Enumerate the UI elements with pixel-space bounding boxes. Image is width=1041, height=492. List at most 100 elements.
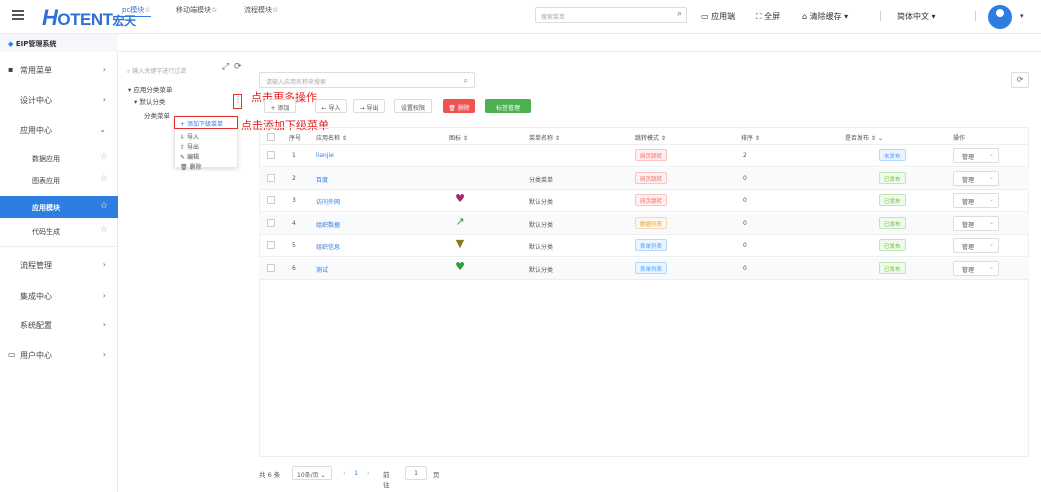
- chevron-down-icon: ⌄: [988, 151, 994, 158]
- module-tabs: [118, 34, 1041, 52]
- search-icon[interactable]: ⌕: [464, 76, 468, 86]
- page-size-select[interactable]: 10条/页 ⌄: [292, 466, 332, 480]
- context-item-edit[interactable]: ✎ 编辑: [180, 152, 199, 161]
- next-page-icon[interactable]: ›: [367, 469, 370, 477]
- more-options-icon[interactable]: ⋮: [233, 94, 242, 109]
- manage-dropdown[interactable]: 管理 ⌄: [953, 260, 999, 276]
- chevron-down-icon[interactable]: ▾: [1020, 12, 1024, 20]
- delete-button[interactable]: 🗑 删除: [443, 99, 475, 113]
- menu-name: 默认分类: [529, 244, 554, 251]
- app-name-link[interactable]: 百度: [316, 175, 328, 184]
- app-name-link[interactable]: 访问外网: [316, 197, 340, 206]
- row-checkbox[interactable]: [267, 196, 275, 204]
- app-name-link[interactable]: 组织数据: [316, 220, 340, 229]
- language-select[interactable]: 简体中文 ▾: [897, 11, 936, 22]
- expand-icon[interactable]: ⤢: [222, 62, 229, 72]
- tree-filter-input[interactable]: ⌕ 输入关键字进行过滤: [127, 66, 186, 76]
- table-row[interactable]: 1 lianjie 网页跳转 2 未发布 管理 ⌄: [259, 145, 1029, 167]
- set-permission-button[interactable]: 设置权限: [394, 99, 432, 113]
- sidebar-sub-data-app[interactable]: 数据应用 ☆: [0, 147, 118, 169]
- goto-label: 前往: [383, 471, 390, 489]
- sidebar-item-design[interactable]: 设计中心 ›: [0, 95, 118, 106]
- refresh-button[interactable]: ⟳: [1011, 72, 1029, 88]
- jump-mode-tag: 网页跳转: [635, 194, 668, 206]
- tree-node-default[interactable]: ▾ 默认分类: [134, 96, 165, 106]
- sidebar-sub-codegen[interactable]: 代码生成 ☆: [0, 220, 118, 242]
- tab-pc-module[interactable]: pc模块☆: [122, 5, 151, 17]
- row-checkbox[interactable]: [267, 263, 275, 272]
- tree-node-category[interactable]: 分类菜单: [144, 110, 170, 120]
- row-checkbox[interactable]: [267, 218, 275, 227]
- sidebar-item-app-center[interactable]: 应用中心 ⌄: [0, 125, 118, 136]
- publish-status-tag: 已发布: [879, 194, 906, 206]
- sidebar-sub-app-module[interactable]: 应用模块 ☆: [0, 196, 118, 218]
- header-name[interactable]: 应用名称 ⇕: [316, 133, 347, 142]
- menu-name: 默认分类: [529, 199, 554, 206]
- refresh-icon[interactable]: ⟳: [234, 62, 242, 72]
- star-icon[interactable]: ☆: [100, 201, 108, 211]
- import-button[interactable]: ← 导入: [315, 99, 347, 113]
- tab-process-module[interactable]: 流程模块☆: [244, 5, 278, 15]
- current-page[interactable]: 1: [354, 469, 358, 477]
- chevron-down-icon: ⌄: [988, 173, 994, 181]
- table-row[interactable]: 2 百度 分类菜单 网页跳转 0 已发布 管理 ⌄: [259, 167, 1029, 190]
- jump-mode-tag: 网页跳转: [635, 149, 668, 161]
- search-icon[interactable]: ⌕: [677, 9, 682, 19]
- app-name-link[interactable]: 组织信息: [316, 242, 340, 251]
- header-menu[interactable]: 菜单名称 ⇕: [529, 133, 560, 142]
- row-checkbox[interactable]: [267, 173, 275, 182]
- header-published[interactable]: 是否发布 ⇕ ⌄: [845, 133, 883, 142]
- tag-manage-button[interactable]: 标签管理: [485, 99, 531, 113]
- jump-mode-tag: 表单列表: [635, 239, 668, 251]
- table-row[interactable]: 6 测试 ♥ 默认分类 表单列表 0 已发布 管理 ⌄: [259, 257, 1029, 280]
- divider: [975, 11, 976, 21]
- row-checkbox[interactable]: [267, 151, 275, 159]
- manage-dropdown[interactable]: 管理 ⌄: [953, 193, 999, 208]
- app-side-link[interactable]: ▭ 应用端: [701, 11, 735, 22]
- star-icon[interactable]: ☆: [100, 174, 108, 184]
- sidebar-sub-chart-app[interactable]: 图表应用 ☆: [0, 169, 118, 191]
- sidebar-item-user[interactable]: ▭ 用户中心 ›: [0, 350, 118, 361]
- tree-node-root[interactable]: ▾ 应用分类菜单: [128, 84, 172, 94]
- menu-search-input[interactable]: 搜索菜单 ⌕: [535, 7, 687, 23]
- app-name-link[interactable]: 测试: [316, 265, 328, 274]
- tab-mobile-module[interactable]: 移动端模块☆: [176, 5, 217, 15]
- chevron-down-icon: ⌄: [99, 125, 106, 134]
- publish-status-tag: 未发布: [879, 149, 906, 161]
- header-no: 序号: [289, 135, 302, 142]
- goto-input[interactable]: 1: [405, 466, 427, 480]
- select-all-checkbox[interactable]: [267, 133, 275, 141]
- sidebar-item-system[interactable]: 系统配置 ›: [0, 320, 118, 331]
- row-checkbox[interactable]: [267, 241, 275, 249]
- fullscreen-link[interactable]: ⛶ 全屏: [756, 11, 780, 22]
- sidebar-item-integration[interactable]: 集成中心 ›: [0, 291, 118, 302]
- export-button[interactable]: → 导出: [353, 99, 385, 113]
- manage-dropdown[interactable]: 管理 ⌄: [953, 148, 999, 163]
- add-button[interactable]: + 添加: [264, 99, 296, 113]
- table-row[interactable]: 4 组织数据 ↗ 默认分类 数据列表 0 已发布 管理 ⌄: [259, 212, 1029, 235]
- menu-name: 默认分类: [529, 221, 554, 229]
- context-item-export[interactable]: ⇧ 导出: [180, 142, 199, 151]
- star-icon[interactable]: ☆: [100, 152, 108, 162]
- menu-toggle-icon[interactable]: [12, 10, 24, 20]
- sidebar-item-common[interactable]: ▪ 常用菜单 ›: [0, 65, 118, 76]
- avatar[interactable]: [988, 5, 1012, 29]
- table-row[interactable]: 5 组织信息 ▼ 默认分类 表单列表 0 已发布 管理 ⌄: [259, 235, 1029, 257]
- star-icon[interactable]: ☆: [100, 225, 108, 235]
- context-item-delete[interactable]: 🗑 删除: [180, 162, 202, 171]
- prev-page-icon[interactable]: ‹: [343, 469, 346, 477]
- table-row[interactable]: 3 访问外网 ♥ 默认分类 网页跳转 0 已发布 管理 ⌄: [259, 190, 1029, 212]
- manage-dropdown[interactable]: 管理 ⌄: [953, 215, 999, 231]
- context-item-import[interactable]: ⇩ 导入: [180, 132, 199, 141]
- header-mode[interactable]: 跳转模式 ⇕: [635, 133, 666, 142]
- app-search-input[interactable]: 请输入应用名称来搜索 ⌕: [259, 72, 475, 88]
- chevron-right-icon: ›: [102, 65, 106, 74]
- app-name-link[interactable]: lianjie: [316, 152, 334, 159]
- sort-value: 0: [743, 242, 747, 249]
- manage-dropdown[interactable]: 管理 ⌄: [953, 238, 999, 253]
- manage-dropdown[interactable]: 管理 ⌄: [953, 170, 999, 186]
- header-sort[interactable]: 排序 ⇕: [741, 133, 760, 142]
- clear-cache-link[interactable]: ⌂ 清除缓存 ▾: [802, 11, 848, 22]
- header-icon[interactable]: 图标 ⇕: [449, 133, 468, 142]
- sidebar-item-process[interactable]: 流程管理 ›: [0, 260, 118, 271]
